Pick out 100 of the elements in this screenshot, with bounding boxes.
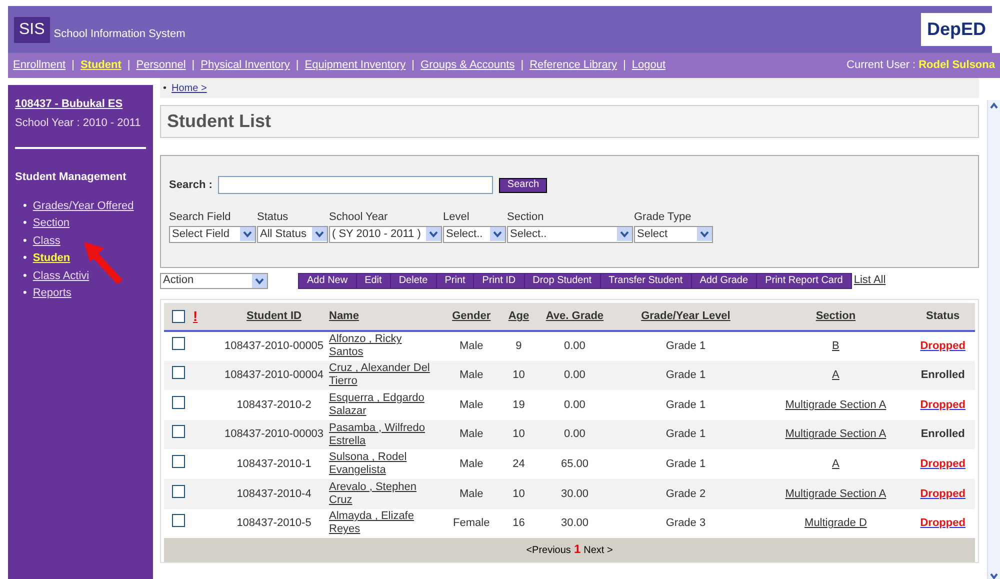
search-field[interactable]: [218, 176, 494, 194]
sidebar-link[interactable]: Studen: [32, 250, 70, 266]
class-section-link[interactable]: A: [832, 369, 840, 382]
nav-link[interactable]: Enrollment: [13, 57, 66, 74]
action-button[interactable]: Print ID: [474, 274, 524, 288]
action-button[interactable]: Transfer Student: [600, 274, 691, 288]
school-link[interactable]: 108437 - Bubukal ES: [15, 96, 146, 112]
status-link[interactable]: Dropped: [920, 458, 966, 470]
filter-label: Level: [443, 210, 470, 225]
bullet: •: [23, 198, 27, 214]
filter-dropdown[interactable]: Select..: [443, 226, 506, 242]
status-link[interactable]: Dropped: [920, 488, 966, 500]
student-name-link[interactable]: Arevalo , Stephen Cruz: [329, 480, 436, 507]
filter-dropdown[interactable]: Select: [634, 226, 713, 242]
sidebar-link[interactable]: Section: [32, 215, 70, 232]
nav-separator: |: [412, 58, 415, 74]
filter-dropdown[interactable]: All Status: [257, 226, 328, 242]
filter-dropdown[interactable]: Select Field: [169, 226, 256, 242]
action-button[interactable]: Print Report Card: [757, 274, 851, 288]
student-name-link[interactable]: Sulsona , Rodel Evangelista: [329, 451, 436, 478]
list-all-link[interactable]: List All: [854, 272, 886, 289]
action-dropdown[interactable]: Action: [160, 272, 268, 288]
status-text: Enrolled: [920, 428, 965, 440]
page-title: Student List: [167, 110, 271, 133]
nav-separator: |: [127, 58, 130, 74]
next-link[interactable]: Next >: [584, 542, 613, 558]
column-sort-link[interactable]: Age: [508, 310, 530, 322]
row-checkbox[interactable]: [172, 484, 185, 498]
user-name: Rodel Sulsona: [918, 58, 995, 74]
select-all-checkbox[interactable]: [172, 310, 185, 323]
average-grade: 0.00: [564, 398, 586, 411]
student-name-link[interactable]: Pasamba , Wilfredo Estrella: [329, 422, 436, 448]
row-checkbox[interactable]: [172, 514, 185, 528]
student-name-link[interactable]: Esquerra , Edgardo Salazar: [329, 392, 436, 418]
action-button[interactable]: Print: [436, 274, 474, 288]
column-sort-link[interactable]: Gender: [452, 310, 491, 322]
sidebar-link[interactable]: Reports: [32, 285, 72, 302]
age: 19: [512, 398, 525, 411]
previous-link[interactable]: <Previous: [526, 542, 571, 558]
age: 10: [512, 369, 525, 382]
row-checkbox[interactable]: [172, 454, 185, 468]
filter-label: Status: [257, 210, 290, 225]
school-year: School Year : 2010 - 2011: [15, 116, 142, 130]
action-button[interactable]: Delete: [390, 274, 436, 288]
column-sort-link[interactable]: Name: [329, 310, 359, 322]
current-page: 1: [574, 542, 581, 558]
action-button[interactable]: Edit: [356, 274, 390, 288]
status-link[interactable]: Dropped: [920, 517, 966, 530]
sidebar-link[interactable]: Class Activi: [32, 268, 90, 284]
grade-level: Grade 1: [666, 369, 706, 382]
row-checkbox[interactable]: [172, 337, 185, 350]
student-name-link[interactable]: Alfonzo , Ricky Santos: [329, 333, 436, 360]
nav-link[interactable]: Groups & Accounts: [420, 57, 515, 74]
class-section-link[interactable]: Multigrade Section A: [785, 488, 886, 500]
status-link[interactable]: Dropped: [920, 340, 966, 352]
student-name-link[interactable]: Cruz , Alexander Del Tierro: [329, 362, 436, 388]
class-section-link[interactable]: B: [832, 340, 840, 352]
class-section-link[interactable]: Multigrade Section A: [785, 398, 886, 411]
age: 16: [512, 517, 525, 530]
nav-link[interactable]: Reference Library: [530, 57, 617, 74]
row-checkbox[interactable]: [172, 425, 185, 438]
column-sort-link[interactable]: Section: [816, 310, 856, 322]
filter-label: Section: [507, 210, 545, 225]
column-sort-link[interactable]: Grade/Year Level: [641, 310, 730, 322]
student-id: 108437-2010-00005: [224, 340, 324, 352]
sidebar-link[interactable]: Grades/Year Offered: [32, 198, 134, 214]
status-text: Enrolled: [920, 369, 965, 382]
class-section-link[interactable]: A: [832, 458, 840, 470]
action-button[interactable]: Add New: [299, 274, 356, 288]
filter-dropdown[interactable]: ( SY 2010 - 2011 ): [329, 226, 442, 242]
logo: SIS: [14, 16, 50, 42]
student-id: 108437-2010-1: [236, 458, 312, 470]
filter-dropdown[interactable]: Select..: [507, 226, 633, 242]
scrollbar[interactable]: [987, 100, 1000, 579]
row-checkbox[interactable]: [172, 396, 185, 409]
gender: Male: [459, 428, 484, 440]
nav-link[interactable]: Equipment Inventory: [304, 57, 406, 74]
status-link[interactable]: Dropped: [920, 398, 966, 411]
search-button[interactable]: Search: [499, 178, 548, 192]
nav-link[interactable]: Physical Inventory: [200, 57, 290, 74]
nav-link[interactable]: Personnel: [136, 57, 186, 74]
student-name-link[interactable]: Almayda , Elizafe Reyes: [329, 510, 436, 536]
breadcrumb-link[interactable]: Home >: [172, 80, 207, 96]
grade-level: Grade 1: [666, 428, 706, 440]
logo-badge: DepED: [920, 13, 992, 46]
gender: Male: [459, 369, 484, 382]
row-checkbox[interactable]: [172, 366, 185, 380]
action-button[interactable]: Drop Student: [524, 274, 600, 288]
nav-link[interactable]: Logout: [632, 57, 666, 74]
nav-link[interactable]: Student: [80, 57, 122, 74]
gender: Male: [459, 488, 484, 500]
flag-icon: !: [193, 306, 198, 327]
column-sort-link[interactable]: Ave. Grade: [546, 310, 604, 322]
average-grade: 0.00: [564, 369, 586, 382]
student-id: 108437-2010-4: [236, 488, 312, 500]
class-section-link[interactable]: Multigrade D: [804, 517, 867, 530]
action-button[interactable]: Add Grade: [692, 274, 756, 288]
sidebar-link[interactable]: Class: [32, 232, 60, 249]
class-section-link[interactable]: Multigrade Section A: [785, 428, 886, 440]
column-sort-link[interactable]: Student ID: [246, 310, 302, 322]
